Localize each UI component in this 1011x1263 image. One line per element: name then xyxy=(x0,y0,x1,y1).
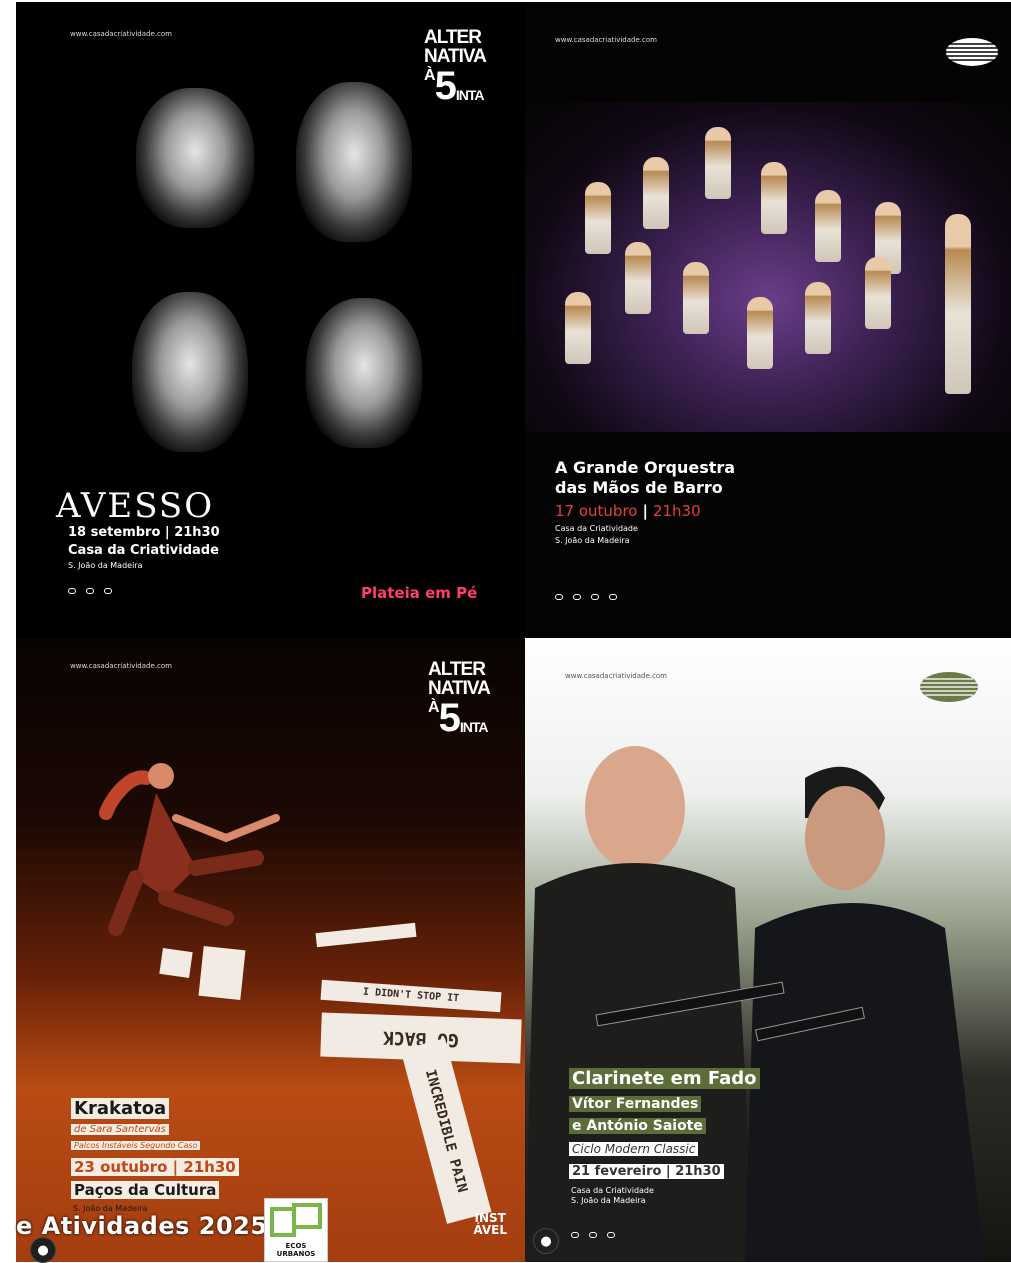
sponsor-logo xyxy=(571,1232,579,1238)
performer xyxy=(585,182,611,254)
performer xyxy=(945,214,971,394)
poster-venue: Casa da Criatividade xyxy=(571,1186,654,1195)
sponsor-logos xyxy=(571,1232,615,1238)
band-member-face xyxy=(136,88,254,228)
musician-photo xyxy=(745,766,985,1262)
poster-clarinete[interactable]: www.casadacriatividade.com Clarinete em … xyxy=(525,638,1011,1262)
floor-paper xyxy=(315,922,417,948)
date-time: 21h30 xyxy=(652,502,701,520)
poster-artist: e António Saiote xyxy=(569,1118,706,1134)
performer xyxy=(865,257,891,329)
performer xyxy=(643,157,669,229)
floor-paper xyxy=(198,945,246,1001)
sponsor-logos xyxy=(555,594,617,600)
sponsor-logo xyxy=(589,1232,597,1238)
performer xyxy=(625,242,651,314)
floor-paper: I DIDN'T STOP IT xyxy=(320,979,502,1013)
shell-logo-icon xyxy=(946,38,998,66)
date-day: 17 outubro xyxy=(555,502,638,520)
poster-city: S. João da Madeira xyxy=(68,561,143,570)
sponsor-logo xyxy=(104,588,112,594)
performer xyxy=(815,190,841,262)
instavel-logo: INST ÁVEL xyxy=(473,1212,507,1236)
poster-venue: Casa da Criatividade xyxy=(555,524,638,533)
band-member-face xyxy=(306,298,422,448)
shell-logo-icon xyxy=(920,672,978,702)
performer xyxy=(705,127,731,199)
logo-number: 5 xyxy=(438,696,461,740)
logo-text: ALTER xyxy=(428,659,486,680)
poster-url: www.casadacriatividade.com xyxy=(565,672,667,680)
alternativa-logo: ALTER NATIVA À 5 INTA xyxy=(428,659,491,740)
poster-title: AVESSO xyxy=(56,486,215,526)
sponsor-logo xyxy=(68,588,76,594)
sponsor-logos xyxy=(68,588,112,594)
poster-url: www.casadacriatividade.com xyxy=(70,30,172,38)
stage-photo xyxy=(525,102,1011,432)
poster-avesso[interactable]: www.casadacriatividade.com ALTER NATIVA … xyxy=(16,2,525,638)
logo-number: 5 xyxy=(434,64,457,108)
caption-text: e Atividades 2025 | xyxy=(16,1212,286,1240)
sponsor-logo xyxy=(573,594,581,600)
band-member-face xyxy=(296,82,412,242)
poster-orquestra[interactable]: www.casadacriatividade.com A Grande Orqu… xyxy=(525,2,1011,638)
person-icon: ● xyxy=(540,1233,552,1249)
sponsor-logo xyxy=(591,594,599,600)
poster-url: www.casadacriatividade.com xyxy=(70,662,172,670)
sponsor-logo xyxy=(86,588,94,594)
person-icon: ● xyxy=(37,1242,49,1258)
poster-series: Palcos Instáveis Segundo Caso xyxy=(71,1141,201,1150)
poster-city: S. João da Madeira xyxy=(571,1196,646,1205)
poster-date: 18 setembro | 21h30 xyxy=(68,525,220,540)
performer xyxy=(565,292,591,364)
logo-text: INTA xyxy=(455,87,485,103)
alternativa-logo: ALTER NATIVA À 5 INTA xyxy=(424,27,487,108)
poster-author: de Sara Santervás xyxy=(71,1124,169,1135)
badge-text: ECOS URBANOS xyxy=(276,1242,316,1258)
poster-date: 17 outubro | 21h30 xyxy=(555,502,701,520)
profile-avatar[interactable]: ● xyxy=(533,1228,559,1254)
poster-url: www.casadacriatividade.com xyxy=(555,36,657,44)
profile-avatar[interactable]: ● xyxy=(30,1237,56,1263)
poster-city: S. João da Madeira xyxy=(555,536,630,545)
ecos-urbanos-badge[interactable]: ECOS URBANOS xyxy=(264,1198,328,1262)
poster-grid: www.casadacriatividade.com ALTER NATIVA … xyxy=(16,2,1011,1262)
poster-date: 23 outubro | 21h30 xyxy=(71,1158,239,1176)
poster-title-line2: das Mãos de Barro xyxy=(555,478,723,497)
performer xyxy=(761,162,787,234)
floor-paper xyxy=(159,948,193,978)
logo-text: À xyxy=(428,699,440,716)
poster-date: 21 fevereiro | 21h30 xyxy=(569,1164,724,1179)
performer xyxy=(683,262,709,334)
logo-text: ÁVEL xyxy=(473,1223,507,1237)
logo-text: INTA xyxy=(459,719,489,735)
band-member-face xyxy=(132,292,248,452)
performer xyxy=(747,297,773,369)
dancer-figure xyxy=(99,763,280,936)
poster-note: Plateia em Pé xyxy=(361,584,478,602)
floor-paper: INCREDIBLE PAIN xyxy=(400,1038,492,1224)
poster-title: Clarinete em Fado xyxy=(569,1068,760,1089)
date-separator: | xyxy=(642,502,648,520)
poster-venue: Paços da Cultura xyxy=(71,1181,220,1199)
poster-artist: Vítor Fernandes xyxy=(569,1096,702,1112)
poster-venue: Casa da Criatividade xyxy=(68,543,219,558)
ecos-urbanos-logo-icon xyxy=(270,1203,322,1237)
sponsor-logo xyxy=(607,1232,615,1238)
poster-title-line1: A Grande Orquestra xyxy=(555,458,736,477)
logo-text: ALTER xyxy=(424,27,482,48)
sponsor-logo xyxy=(555,594,563,600)
poster-krakatoa[interactable]: www.casadacriatividade.com ALTER NATIVA … xyxy=(16,638,525,1262)
sponsor-logo xyxy=(609,594,617,600)
performer xyxy=(805,282,831,354)
poster-series: Ciclo Modern Classic xyxy=(569,1142,699,1156)
poster-title: Krakatoa xyxy=(71,1098,170,1119)
logo-text: À xyxy=(424,67,436,84)
